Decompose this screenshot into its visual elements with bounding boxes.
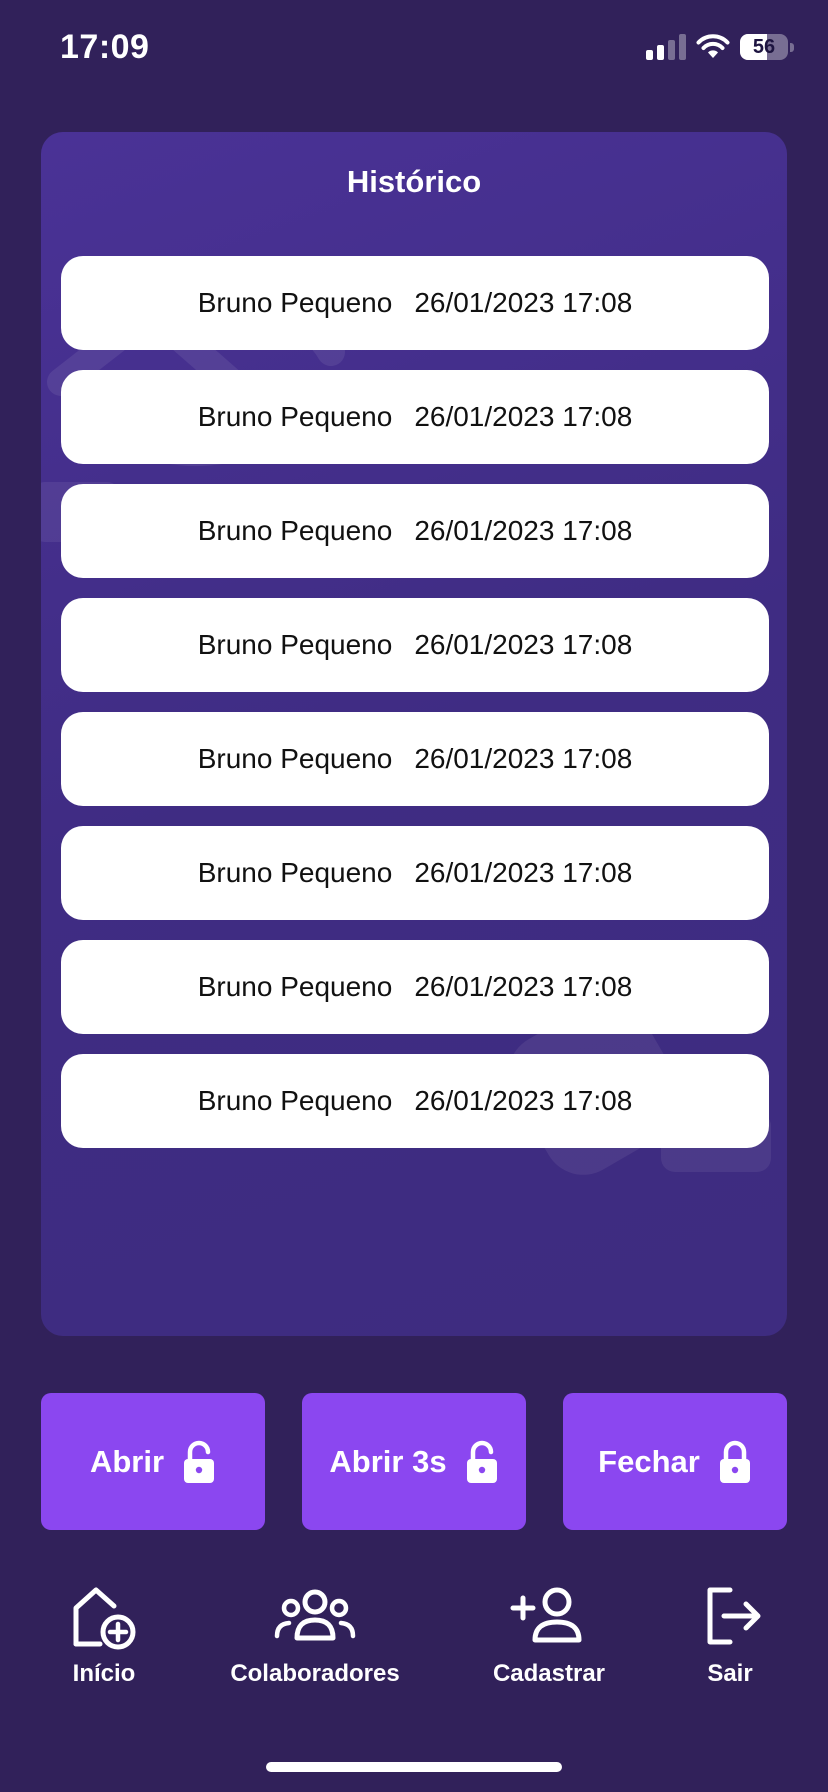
unlock-icon — [466, 1440, 497, 1483]
history-user-name: Bruno Pequeno — [197, 401, 393, 432]
logout-icon — [707, 1587, 761, 1645]
add-user-icon — [510, 1587, 582, 1643]
nav-label-cadastrar: Cadastrar — [492, 1660, 606, 1687]
open-button[interactable]: Abrir — [41, 1393, 265, 1530]
open-3s-button[interactable]: Abrir 3s — [302, 1393, 526, 1530]
lock-actions: Abrir Abrir 3s Fechar — [41, 1393, 787, 1530]
history-card: Histórico Bruno Pequeno 26/01/2023 17:08… — [41, 132, 787, 1336]
history-user-name: Bruno Pequeno — [197, 971, 393, 1002]
history-user-name: Bruno Pequeno — [197, 629, 393, 660]
nav-item-colaboradores[interactable]: Colaboradores — [215, 1580, 415, 1688]
nav-label-sair: Sair — [707, 1660, 753, 1687]
close-button[interactable]: Fechar — [563, 1393, 787, 1530]
bottom-nav: Início Colaboradores Cadastrar Sair — [0, 1580, 828, 1700]
lock-icon — [719, 1440, 750, 1483]
battery-level: 56 — [752, 35, 776, 58]
history-datetime: 26/01/2023 17:08 — [414, 857, 633, 888]
home-add-icon — [73, 1587, 136, 1650]
history-datetime: 26/01/2023 17:08 — [414, 401, 633, 432]
history-datetime: 26/01/2023 17:08 — [414, 287, 633, 318]
history-datetime: 26/01/2023 17:08 — [414, 515, 633, 546]
history-row: Bruno Pequeno 26/01/2023 17:08 — [61, 940, 769, 1034]
nav-label-inicio: Início — [72, 1660, 136, 1687]
history-user-name: Bruno Pequeno — [197, 1085, 393, 1116]
history-user-name: Bruno Pequeno — [197, 287, 393, 318]
cellular-signal-icon — [646, 34, 686, 60]
history-list: Bruno Pequeno 26/01/2023 17:08 Bruno Peq… — [61, 256, 769, 1168]
history-datetime: 26/01/2023 17:08 — [414, 971, 633, 1002]
history-datetime: 26/01/2023 17:08 — [414, 743, 633, 774]
history-datetime: 26/01/2023 17:08 — [414, 629, 633, 660]
nav-label-colaboradores: Colaboradores — [230, 1660, 400, 1687]
nav-item-inicio[interactable]: Início — [54, 1580, 154, 1688]
status-bar: 17:09 56 — [0, 0, 828, 100]
status-time: 17:09 — [60, 28, 150, 66]
history-row: Bruno Pequeno 26/01/2023 17:08 — [61, 712, 769, 806]
history-row: Bruno Pequeno 26/01/2023 17:08 — [61, 370, 769, 464]
history-row: Bruno Pequeno 26/01/2023 17:08 — [61, 1054, 769, 1148]
battery-tip — [790, 42, 794, 52]
unlock-icon — [184, 1440, 215, 1483]
history-user-name: Bruno Pequeno — [197, 857, 393, 888]
home-indicator[interactable] — [266, 1762, 562, 1772]
nav-item-cadastrar[interactable]: Cadastrar — [474, 1580, 624, 1688]
close-button-label: Fechar — [598, 1443, 700, 1479]
status-icons: 56 — [646, 34, 794, 60]
history-row: Bruno Pequeno 26/01/2023 17:08 — [61, 826, 769, 920]
history-row: Bruno Pequeno 26/01/2023 17:08 — [61, 598, 769, 692]
history-datetime: 26/01/2023 17:08 — [414, 1085, 633, 1116]
history-row: Bruno Pequeno 26/01/2023 17:08 — [61, 256, 769, 350]
history-title: Histórico — [346, 164, 482, 199]
history-row: Bruno Pequeno 26/01/2023 17:08 — [61, 484, 769, 578]
wifi-icon — [696, 34, 730, 58]
users-group-icon — [274, 1589, 356, 1641]
history-user-name: Bruno Pequeno — [197, 743, 393, 774]
nav-item-sair[interactable]: Sair — [680, 1580, 780, 1688]
history-user-name: Bruno Pequeno — [197, 515, 393, 546]
open-3s-button-label: Abrir 3s — [329, 1443, 447, 1479]
open-button-label: Abrir — [89, 1443, 165, 1479]
battery-icon: 56 — [740, 34, 788, 60]
